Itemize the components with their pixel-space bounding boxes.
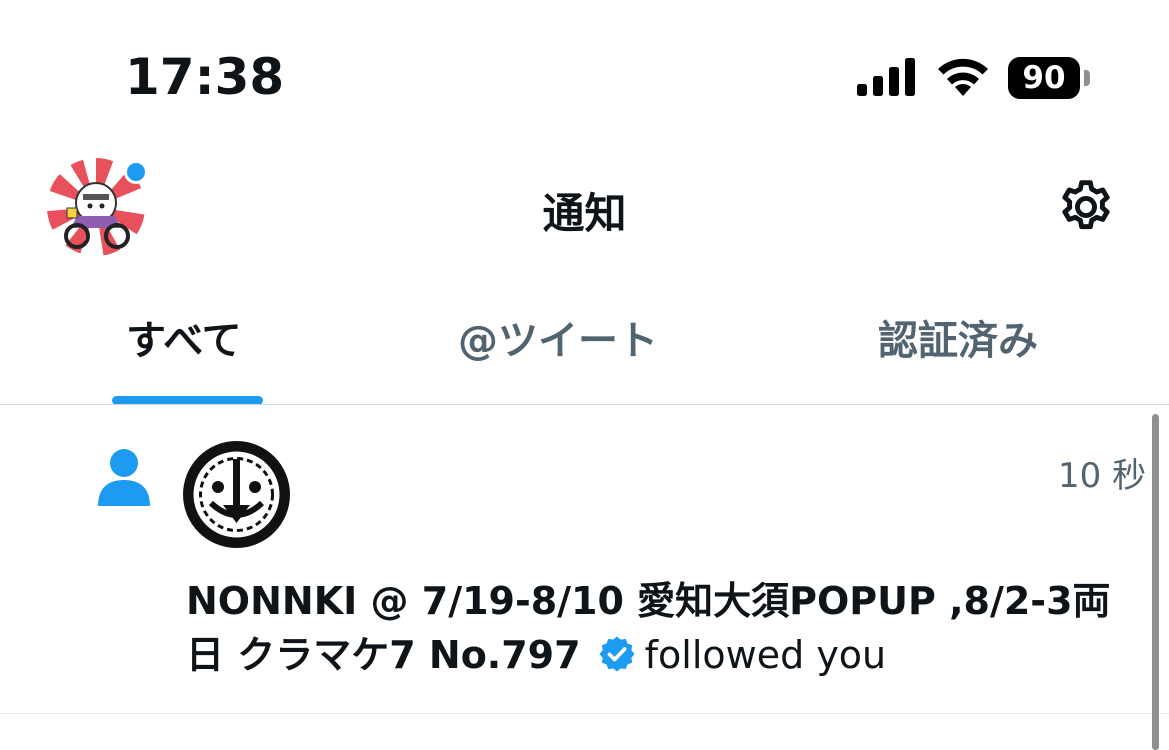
tab-mentions[interactable]: @ツイート [458,314,658,374]
user-avatar[interactable] [183,441,290,548]
notification-action: followed you [644,633,887,677]
battery-icon: 90 [1008,57,1092,99]
page-title: 通知 [542,189,627,238]
notification-text[interactable]: NONNKI @ 7/19-8/10 愛知大須POPUP ,8/2-3両日 クラ… [186,574,1136,682]
settings-gear-icon[interactable] [1055,176,1117,238]
verified-badge-icon [599,636,635,672]
scrollbar[interactable] [1152,414,1159,750]
tab-divider [0,404,1169,405]
row-divider [0,713,1169,714]
person-icon [98,449,150,506]
battery-level: 90 [1022,60,1066,96]
notification-timestamp: 10 秒 [1058,456,1147,496]
cellular-signal-icon [857,58,915,96]
wifi-icon [938,58,988,96]
status-time: 17:38 [125,48,285,106]
tab-verified[interactable]: 認証済み [878,314,1038,374]
tab-all[interactable]: すべて [126,314,242,374]
